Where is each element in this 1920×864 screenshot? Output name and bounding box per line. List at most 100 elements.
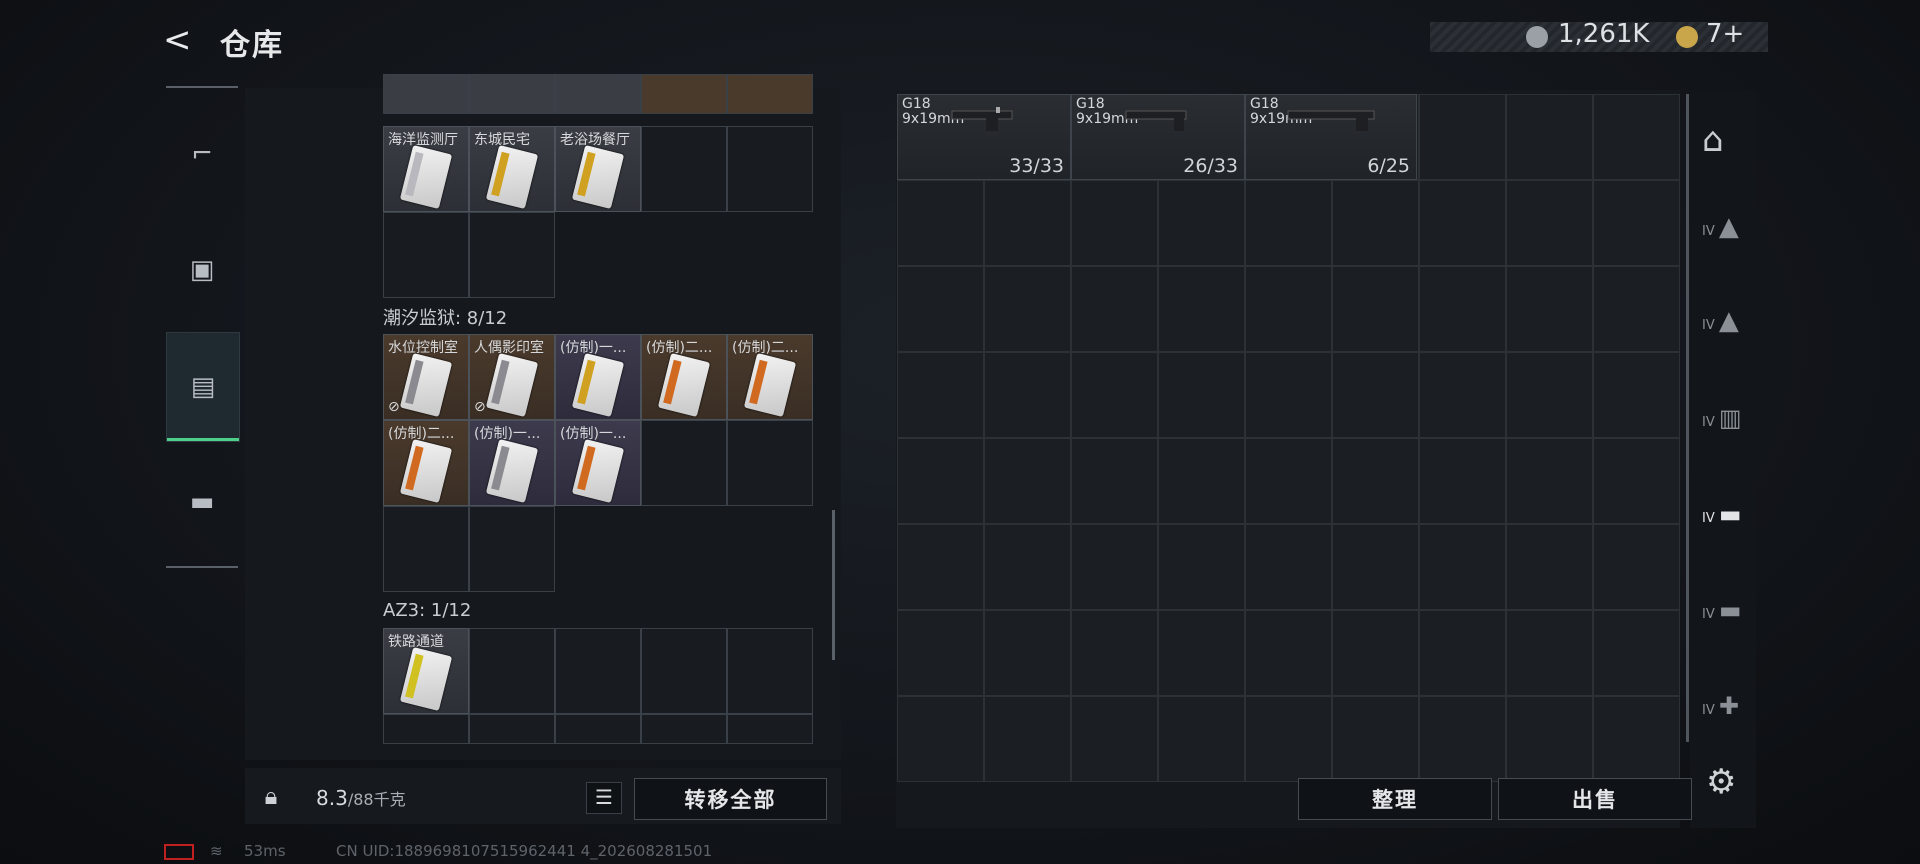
storage-panel[interactable]: 海洋监测厅 东城民宅 老浴场餐厅 潮汐监狱: 8/12 水位控制室 ⊘ 人偶影印… — [245, 74, 841, 760]
grid-cell[interactable] — [1419, 696, 1506, 782]
back-button[interactable]: < — [163, 22, 199, 58]
grid-cell[interactable] — [1506, 696, 1593, 782]
grid-cell[interactable] — [1419, 94, 1506, 180]
grid-cell[interactable] — [897, 696, 984, 782]
grid-cell[interactable] — [984, 610, 1071, 696]
grid-cell[interactable] — [1419, 180, 1506, 266]
grid-cell[interactable] — [897, 524, 984, 610]
grid-cell[interactable] — [1506, 352, 1593, 438]
keycard-item[interactable]: (仿制)二... — [727, 334, 813, 420]
grid-cell[interactable] — [1506, 180, 1593, 266]
grid-cell[interactable] — [1071, 352, 1158, 438]
grid-cell[interactable] — [984, 180, 1071, 266]
rifle-slot-active[interactable]: IV ▬ — [1702, 500, 1746, 544]
weapon-item[interactable]: G18 9x19mm 6/25 — [1245, 94, 1417, 180]
grid-cell[interactable] — [897, 266, 984, 352]
grid-cell[interactable] — [1332, 696, 1419, 782]
grid-cell[interactable] — [897, 610, 984, 696]
grid-cell[interactable] — [1593, 266, 1680, 352]
grid-cell[interactable] — [1158, 696, 1245, 782]
grid-cell[interactable] — [1593, 352, 1680, 438]
grid-cell[interactable] — [1158, 610, 1245, 696]
grid-cell[interactable] — [1158, 438, 1245, 524]
lock-button[interactable]: 🔒︎ — [245, 768, 297, 824]
keycard-item[interactable]: 水位控制室 ⊘ — [383, 334, 469, 420]
grid-cell[interactable] — [1245, 610, 1332, 696]
settings-button[interactable]: ⚙ — [1706, 762, 1736, 802]
keycard-item[interactable]: (仿制)一... — [555, 420, 641, 506]
grid-cell[interactable] — [1245, 352, 1332, 438]
grid-cell[interactable] — [1332, 610, 1419, 696]
keycard-item[interactable]: 海洋监测厅 — [383, 126, 469, 212]
grid-cell[interactable] — [1506, 266, 1593, 352]
armor-slot[interactable]: IV ▲ — [1702, 212, 1746, 256]
grid-cell[interactable] — [1158, 266, 1245, 352]
weapon-item[interactable]: G18 9x19mm 33/33 — [897, 94, 1071, 180]
scrollbar[interactable] — [1686, 94, 1689, 742]
grid-cell[interactable] — [1245, 180, 1332, 266]
grid-cell[interactable] — [1332, 524, 1419, 610]
grid-cell[interactable] — [1332, 438, 1419, 524]
sell-button[interactable]: 出售 — [1498, 778, 1692, 820]
grid-cell[interactable] — [1071, 438, 1158, 524]
transfer-all-button[interactable]: 转移全部 — [634, 778, 827, 820]
nav-gear[interactable]: ▣ — [166, 216, 238, 324]
scrollbar[interactable] — [832, 510, 835, 660]
sort-button[interactable]: 整理 — [1298, 778, 1492, 820]
armor-slot[interactable]: IV ▲ — [1702, 306, 1746, 350]
grid-cell[interactable] — [1071, 696, 1158, 782]
grid-cell[interactable] — [1593, 94, 1680, 180]
grid-cell[interactable] — [1332, 352, 1419, 438]
grid-cell[interactable] — [1158, 180, 1245, 266]
grid-cell[interactable] — [984, 352, 1071, 438]
grid-cell[interactable] — [1419, 524, 1506, 610]
nav-weapons[interactable]: ⌐ — [166, 100, 238, 208]
grid-cell[interactable] — [1506, 438, 1593, 524]
keycard-item[interactable]: (仿制)二... — [641, 334, 727, 420]
grid-cell[interactable] — [984, 696, 1071, 782]
grid-cell[interactable] — [897, 352, 984, 438]
grid-cell[interactable] — [1158, 352, 1245, 438]
grid-cell[interactable] — [1071, 180, 1158, 266]
grid-cell[interactable] — [1506, 524, 1593, 610]
grid-cell[interactable] — [1593, 180, 1680, 266]
keycard-item[interactable]: 东城民宅 — [469, 126, 555, 212]
grid-cell[interactable] — [1419, 438, 1506, 524]
grid-cell[interactable] — [1071, 266, 1158, 352]
grid-cell[interactable] — [984, 266, 1071, 352]
container-slot[interactable]: IV ▥ — [1702, 404, 1746, 448]
keycard-item[interactable]: (仿制)一... — [555, 334, 641, 420]
grid-cell[interactable] — [1245, 696, 1332, 782]
list-view-button[interactable]: ☰ — [586, 782, 622, 814]
grid-cell[interactable] — [984, 524, 1071, 610]
keycard-item[interactable]: 铁路通道 — [383, 628, 469, 714]
grid-cell[interactable] — [1506, 94, 1593, 180]
grid-cell[interactable] — [1245, 524, 1332, 610]
grid-cell[interactable] — [1332, 266, 1419, 352]
grid-cell[interactable] — [984, 438, 1071, 524]
grid-cell[interactable] — [1332, 180, 1419, 266]
grid-cell[interactable] — [1593, 524, 1680, 610]
grid-cell[interactable] — [1593, 610, 1680, 696]
grid-cell[interactable] — [1071, 610, 1158, 696]
nav-tools[interactable]: ▬ — [166, 448, 238, 556]
medkit-slot[interactable]: IV ✚ — [1702, 692, 1746, 736]
grid-cell[interactable] — [897, 438, 984, 524]
grid-cell[interactable] — [1419, 352, 1506, 438]
grid-cell[interactable] — [1245, 438, 1332, 524]
weapon-item[interactable]: G18 9x19mm 26/33 — [1071, 94, 1245, 180]
grid-cell[interactable] — [1419, 610, 1506, 696]
keycard-item[interactable]: (仿制)一... — [469, 420, 555, 506]
grid-cell[interactable] — [897, 180, 984, 266]
grid-cell[interactable] — [1593, 696, 1680, 782]
keycard-item[interactable]: 人偶影印室 ⊘ — [469, 334, 555, 420]
keycard-item[interactable]: (仿制)二... — [383, 420, 469, 506]
nav-containers[interactable]: ▤ — [166, 332, 240, 442]
grid-cell[interactable] — [1593, 438, 1680, 524]
rifle-slot[interactable]: IV ▬ — [1702, 596, 1746, 640]
grid-cell[interactable] — [1419, 266, 1506, 352]
grid-cell[interactable] — [1071, 524, 1158, 610]
keycard-item[interactable]: 老浴场餐厅 — [555, 126, 641, 212]
helmet-icon[interactable]: ⌂ — [1702, 120, 1746, 164]
grid-cell[interactable] — [1506, 610, 1593, 696]
